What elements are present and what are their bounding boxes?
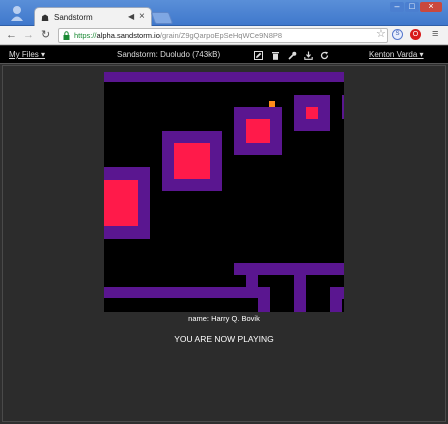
wrench-icon[interactable] <box>288 51 297 60</box>
close-tab-icon[interactable]: × <box>139 11 145 22</box>
opera-extension-icon[interactable]: O <box>410 29 421 40</box>
download-icon[interactable] <box>304 51 313 60</box>
wall-block <box>246 275 258 287</box>
game-status: YOU ARE NOW PLAYING <box>174 334 274 344</box>
wall-block <box>258 287 270 312</box>
wall-block <box>330 299 342 312</box>
game-canvas[interactable] <box>104 72 344 312</box>
lock-icon <box>63 31 70 40</box>
user-profile-icon[interactable] <box>10 5 24 21</box>
game-board <box>104 72 344 312</box>
wall-block <box>342 95 344 119</box>
my-files-menu[interactable]: My Files ▾ <box>9 46 45 64</box>
enemy-block <box>306 107 318 119</box>
browser-toolbar: ← → ↻ https://alpha.sandstorm.io/grain/Z… <box>0 26 448 45</box>
grain-title: Sandstorm: Duoludo (743kB) <box>117 50 221 59</box>
reload-icon[interactable]: ↻ <box>41 29 50 41</box>
browser-titlebar: ☗ Sandstorm ◀ × – □ × <box>0 0 448 27</box>
speaker-icon[interactable]: ◀ <box>128 12 134 21</box>
wall-block <box>330 287 344 299</box>
user-account-menu[interactable]: Kenton Varda ▾ <box>369 46 424 64</box>
extension-icon[interactable]: S <box>392 29 403 40</box>
minimize-window-button[interactable]: – <box>390 2 404 12</box>
player-name: name: Harry Q. Bovik <box>188 314 260 323</box>
tab-title: Sandstorm <box>54 13 93 22</box>
browser-tab[interactable]: ☗ Sandstorm ◀ × <box>34 7 152 27</box>
trash-icon[interactable] <box>271 51 280 60</box>
address-bar[interactable]: https://alpha.sandstorm.io/grain/Z9gQarp… <box>58 28 388 43</box>
browser-menu-icon[interactable]: ≡ <box>432 28 438 40</box>
maximize-window-button[interactable]: □ <box>405 2 419 12</box>
new-tab-button[interactable] <box>150 12 174 24</box>
sandstorm-topbar: My Files ▾ Sandstorm: Duoludo (743kB) Ke… <box>0 46 448 64</box>
wall-block <box>104 72 344 82</box>
back-arrow-icon[interactable]: ← <box>6 29 17 41</box>
bookmark-star-icon[interactable]: ☆ <box>376 27 386 40</box>
player-marker <box>269 101 275 107</box>
restart-icon[interactable] <box>320 51 329 60</box>
enemy-block <box>174 143 210 179</box>
url-text: https://alpha.sandstorm.io/grain/Z9gQarp… <box>74 31 283 40</box>
sandstorm-favicon-icon: ☗ <box>41 13 50 23</box>
enemy-block <box>246 119 270 143</box>
edit-icon[interactable] <box>254 51 263 60</box>
forward-arrow-icon[interactable]: → <box>23 29 34 41</box>
wall-block <box>294 275 306 312</box>
wall-block <box>234 263 344 275</box>
close-window-button[interactable]: × <box>420 2 442 12</box>
enemy-block <box>104 180 138 226</box>
wall-block <box>104 287 258 298</box>
